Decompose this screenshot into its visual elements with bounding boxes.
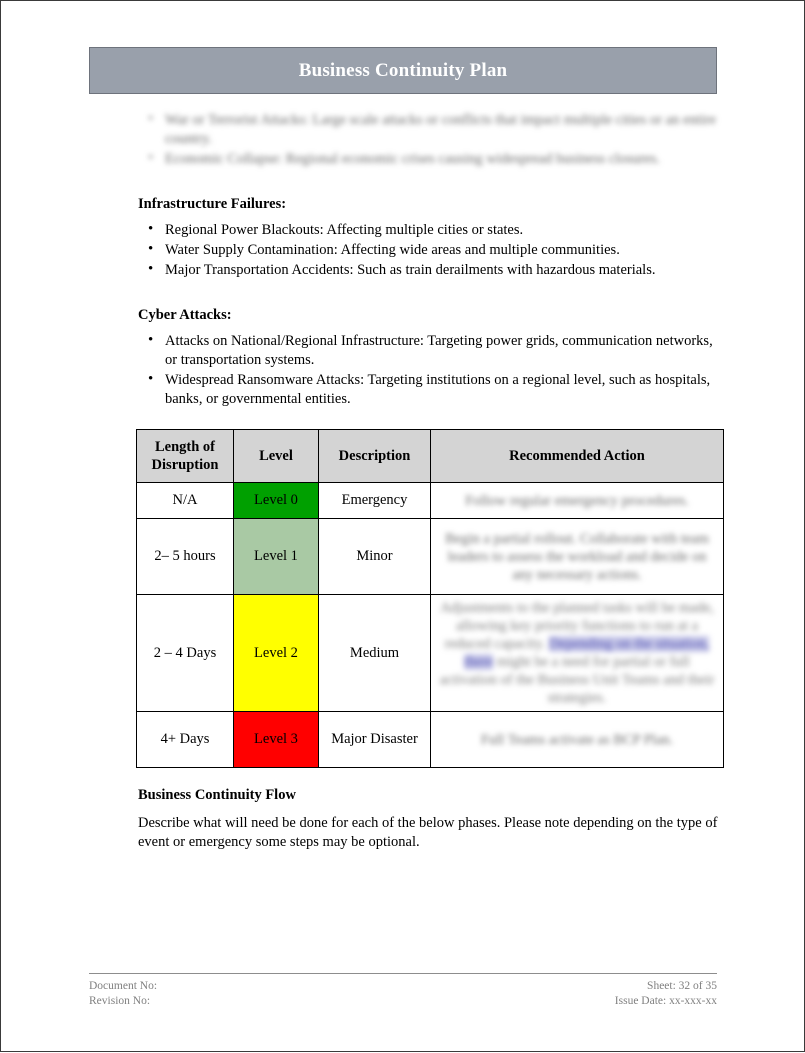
footer-issue-date: Issue Date: xx-xxx-xx: [614, 995, 717, 1007]
disruption-level-table: Length of Disruption Level Description R…: [136, 429, 724, 768]
infrastructure-heading: Infrastructure Failures:: [138, 196, 287, 212]
cell-action: Begin a partial rollout. Collaborate wit…: [430, 518, 724, 595]
column-header-description: Description: [318, 429, 431, 483]
column-header-length: Length of Disruption: [136, 429, 234, 483]
cell-level-1: Level 1: [233, 518, 319, 595]
list-item: Regional Power Blackouts: Affecting mult…: [138, 220, 721, 240]
list-item: Major Transportation Accidents: Such as …: [138, 260, 721, 280]
cell-description: Medium: [318, 594, 431, 712]
cyber-bullet-list: Attacks on National/Regional Infrastruct…: [138, 331, 721, 409]
list-item: Economic Collapse: Regional economic cri…: [138, 149, 721, 169]
cell-description: Major Disaster: [318, 711, 431, 768]
footer-revision-no: Revision No:: [89, 995, 151, 1007]
column-header-action: Recommended Action: [430, 429, 724, 483]
page-footer: Document No: Revision No: Sheet: 32 of 3…: [89, 973, 717, 1009]
flow-heading: Business Continuity Flow: [138, 787, 296, 803]
disruption-level-table-wrapper: Length of Disruption Level Description R…: [136, 429, 724, 768]
cell-level-0: Level 0: [233, 482, 319, 519]
business-continuity-flow-section: Business Continuity Flow Describe what w…: [138, 787, 721, 852]
main-content: War or Terrorist Attacks: Large scale at…: [138, 110, 721, 410]
footer-sheet-number: Sheet: 32 of 35: [647, 980, 717, 992]
document-title-banner: Business Continuity Plan: [89, 47, 717, 94]
cell-description: Emergency: [318, 482, 431, 519]
column-header-level: Level: [233, 429, 319, 483]
list-item: Attacks on National/Regional Infrastruct…: [138, 331, 721, 370]
table-row: N/A Level 0 Emergency Follow regular eme…: [136, 482, 724, 519]
cell-action: Follow regular emergency procedures.: [430, 482, 724, 519]
cell-level-3: Level 3: [233, 711, 319, 768]
table-header-row: Length of Disruption Level Description R…: [136, 429, 724, 483]
table-row: 2– 5 hours Level 1 Minor Begin a partial…: [136, 518, 724, 595]
cell-length: 4+ Days: [136, 711, 234, 768]
table-row: 4+ Days Level 3 Major Disaster Full Team…: [136, 711, 724, 768]
page-title: Business Continuity Plan: [298, 59, 508, 81]
footer-right: Sheet: 32 of 35 Issue Date: xx-xxx-xx: [615, 979, 717, 1009]
cell-length: 2 – 4 Days: [136, 594, 234, 712]
footer-document-no: Document No:: [89, 980, 158, 992]
cyber-heading: Cyber Attacks:: [138, 307, 232, 323]
cell-length: 2– 5 hours: [136, 518, 234, 595]
cell-action: Full Teams activate as BCP Plan.: [430, 711, 724, 768]
footer-left: Document No: Revision No:: [89, 979, 157, 1009]
list-item: War or Terrorist Attacks: Large scale at…: [138, 110, 721, 149]
document-page: Business Continuity Plan War or Terroris…: [0, 0, 805, 1052]
cell-description: Minor: [318, 518, 431, 595]
cell-length: N/A: [136, 482, 234, 519]
list-item: Widespread Ransomware Attacks: Targeting…: [138, 370, 721, 409]
infrastructure-bullet-list: Regional Power Blackouts: Affecting mult…: [138, 220, 721, 280]
list-item: Water Supply Contamination: Affecting wi…: [138, 240, 721, 260]
flow-paragraph: Describe what will need be done for each…: [138, 815, 718, 850]
cell-action: Adjustments to the planned tasks will be…: [430, 594, 724, 712]
page-content-area: Business Continuity Plan War or Terroris…: [89, 1, 724, 1053]
top-bullet-list: War or Terrorist Attacks: Large scale at…: [138, 110, 721, 169]
cell-level-2: Level 2: [233, 594, 319, 712]
table-row: 2 – 4 Days Level 2 Medium Adjustments to…: [136, 594, 724, 712]
